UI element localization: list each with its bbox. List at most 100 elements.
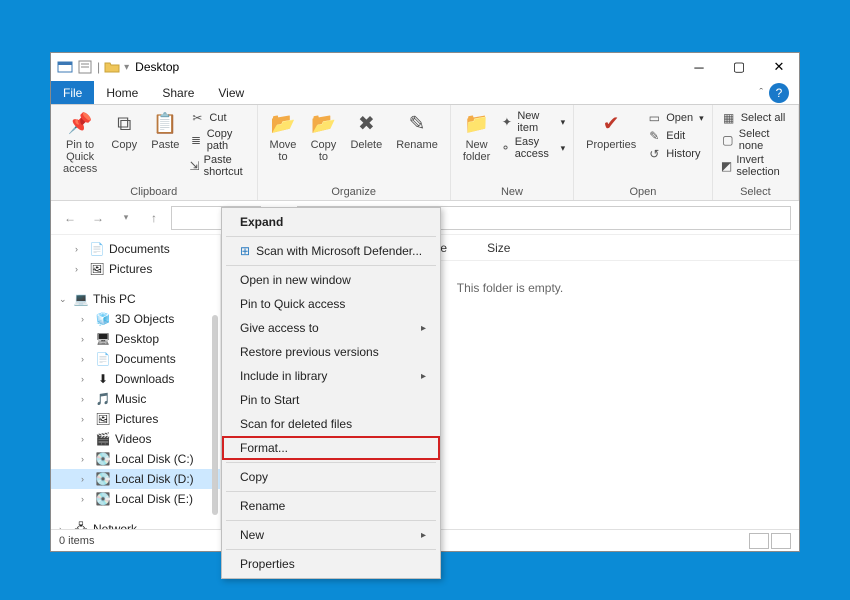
sidebar-item-network[interactable]: ›🖧Network <box>51 519 220 529</box>
sidebar-item-downloads[interactable]: ›⬇Downloads <box>51 369 220 389</box>
new-item-button[interactable]: ✦New item▾ <box>500 109 565 135</box>
select-none-button[interactable]: ▢Select none <box>721 127 790 153</box>
properties-icon: ✔ <box>598 111 624 137</box>
maximize-button[interactable]: ▢ <box>719 53 759 81</box>
paste-shortcut-button[interactable]: ⇲Paste shortcut <box>189 153 248 179</box>
ctx-new[interactable]: New▸ <box>222 523 440 547</box>
copy-icon: ⧉ <box>111 111 137 137</box>
select-all-icon: ▦ <box>721 110 737 126</box>
sidebar-item-pictures-qa[interactable]: ›🖼Pictures <box>51 259 220 279</box>
tab-file[interactable]: File <box>51 81 94 104</box>
up-button[interactable]: ↑ <box>143 207 165 229</box>
sidebar-item-local-disk-c[interactable]: ›💽Local Disk (C:) <box>51 449 220 469</box>
paste-icon: 📋 <box>152 111 178 137</box>
history-icon: ↺ <box>646 146 662 162</box>
open-button[interactable]: ▭Open▾ <box>646 109 703 127</box>
3d-objects-icon: 🧊 <box>95 311 111 327</box>
forward-button[interactable]: → <box>87 207 109 229</box>
back-button[interactable]: ← <box>59 207 81 229</box>
sidebar-item-local-disk-d[interactable]: ›💽Local Disk (D:) <box>51 469 220 489</box>
sidebar-item-this-pc[interactable]: ⌄💻This PC <box>51 289 220 309</box>
new-folder-button[interactable]: 📁New folder <box>459 109 495 165</box>
paste-button[interactable]: 📋Paste <box>147 109 183 153</box>
pin-icon: 📌 <box>67 111 93 137</box>
ctx-give-access-to[interactable]: Give access to▸ <box>222 316 440 340</box>
delete-button[interactable]: ✖Delete <box>346 109 386 153</box>
copy-path-button[interactable]: ≣Copy path <box>189 127 248 153</box>
copy-button[interactable]: ⧉Copy <box>107 109 141 153</box>
icons-view-button[interactable] <box>771 533 791 549</box>
copy-path-icon: ≣ <box>189 132 202 148</box>
ctx-properties[interactable]: Properties <box>222 552 440 576</box>
sidebar-item-documents[interactable]: ›📄Documents <box>51 349 220 369</box>
new-item-icon: ✦ <box>500 114 513 130</box>
cut-button[interactable]: ✂Cut <box>189 109 248 127</box>
easy-access-button[interactable]: ⚬Easy access▾ <box>500 135 565 161</box>
network-icon: 🖧 <box>73 521 89 529</box>
disk-icon: 💽 <box>95 491 111 507</box>
copy-to-button[interactable]: 📂Copy to <box>306 109 340 165</box>
sidebar-scrollbar[interactable] <box>212 315 218 515</box>
ribbon-group-open: ✔Properties ▭Open▾ ✎Edit ↺History Open <box>574 105 713 200</box>
rename-icon: ✎ <box>404 111 430 137</box>
ctx-expand[interactable]: Expand <box>222 210 440 234</box>
ctx-rename[interactable]: Rename <box>222 494 440 518</box>
close-button[interactable]: ✕ <box>759 53 799 81</box>
downloads-icon: ⬇ <box>95 371 111 387</box>
properties-qat-icon[interactable] <box>77 59 93 75</box>
col-size[interactable]: Size <box>487 241 510 255</box>
ctx-include-library[interactable]: Include in library▸ <box>222 364 440 388</box>
minimize-button[interactable]: ─ <box>679 53 719 81</box>
tab-share[interactable]: Share <box>150 81 206 104</box>
move-to-icon: 📂 <box>270 111 296 137</box>
cut-icon: ✂ <box>189 110 205 126</box>
edit-button[interactable]: ✎Edit <box>646 127 703 145</box>
properties-button[interactable]: ✔Properties <box>582 109 640 153</box>
invert-selection-button[interactable]: ◩Invert selection <box>721 153 790 179</box>
explorer-window: | ▾ Desktop ─ ▢ ✕ File Home Share View ˆ… <box>50 52 800 552</box>
recent-locations-button[interactable]: ▾ <box>115 207 137 229</box>
ctx-restore-previous[interactable]: Restore previous versions <box>222 340 440 364</box>
titlebar: | ▾ Desktop ─ ▢ ✕ <box>51 53 799 81</box>
sidebar-item-documents-qa[interactable]: ›📄Documents <box>51 239 220 259</box>
ctx-pin-start[interactable]: Pin to Start <box>222 388 440 412</box>
chevron-right-icon: ▸ <box>421 323 426 334</box>
pictures-icon: 🖼 <box>89 261 105 277</box>
ctx-format[interactable]: Format... <box>222 436 440 460</box>
music-icon: 🎵 <box>95 391 111 407</box>
ctx-copy[interactable]: Copy <box>222 465 440 489</box>
copy-to-icon: 📂 <box>310 111 336 137</box>
delete-icon: ✖ <box>353 111 379 137</box>
quick-access-toolbar: | ▾ <box>57 59 129 75</box>
sidebar-item-local-disk-e[interactable]: ›💽Local Disk (E:) <box>51 489 220 509</box>
ctx-scan-defender[interactable]: ⊞Scan with Microsoft Defender... <box>222 239 440 263</box>
select-all-button[interactable]: ▦Select all <box>721 109 790 127</box>
ctx-scan-deleted[interactable]: Scan for deleted files <box>222 412 440 436</box>
ribbon-tabs: File Home Share View ˆ ? <box>51 81 799 105</box>
sidebar-item-desktop[interactable]: ›🖥Desktop <box>51 329 220 349</box>
ribbon: 📌Pin to Quick access ⧉Copy 📋Paste ✂Cut ≣… <box>51 105 799 201</box>
ribbon-collapse-icon[interactable]: ˆ <box>759 87 763 99</box>
help-button[interactable]: ? <box>769 83 789 103</box>
sidebar-item-pictures[interactable]: ›🖼Pictures <box>51 409 220 429</box>
move-to-button[interactable]: 📂Move to <box>266 109 301 165</box>
explorer-icon <box>57 59 73 75</box>
tab-view[interactable]: View <box>206 81 256 104</box>
documents-icon: 📄 <box>89 241 105 257</box>
folder-icon <box>104 59 120 75</box>
sidebar-item-videos[interactable]: ›🎬Videos <box>51 429 220 449</box>
sidebar-item-music[interactable]: ›🎵Music <box>51 389 220 409</box>
navigation-pane: ›📄Documents ›🖼Pictures ⌄💻This PC ›🧊3D Ob… <box>51 235 221 529</box>
tab-home[interactable]: Home <box>94 81 150 104</box>
details-view-button[interactable] <box>749 533 769 549</box>
pin-to-quick-access-button[interactable]: 📌Pin to Quick access <box>59 109 101 177</box>
ctx-pin-quick-access[interactable]: Pin to Quick access <box>222 292 440 316</box>
sidebar-item-3d-objects[interactable]: ›🧊3D Objects <box>51 309 220 329</box>
videos-icon: 🎬 <box>95 431 111 447</box>
window-title: Desktop <box>135 60 179 74</box>
rename-button[interactable]: ✎Rename <box>392 109 442 153</box>
history-button[interactable]: ↺History <box>646 145 703 163</box>
item-count: 0 items <box>59 535 94 547</box>
qat-dropdown-icon[interactable]: ▾ <box>124 62 129 73</box>
ctx-open-new-window[interactable]: Open in new window <box>222 268 440 292</box>
